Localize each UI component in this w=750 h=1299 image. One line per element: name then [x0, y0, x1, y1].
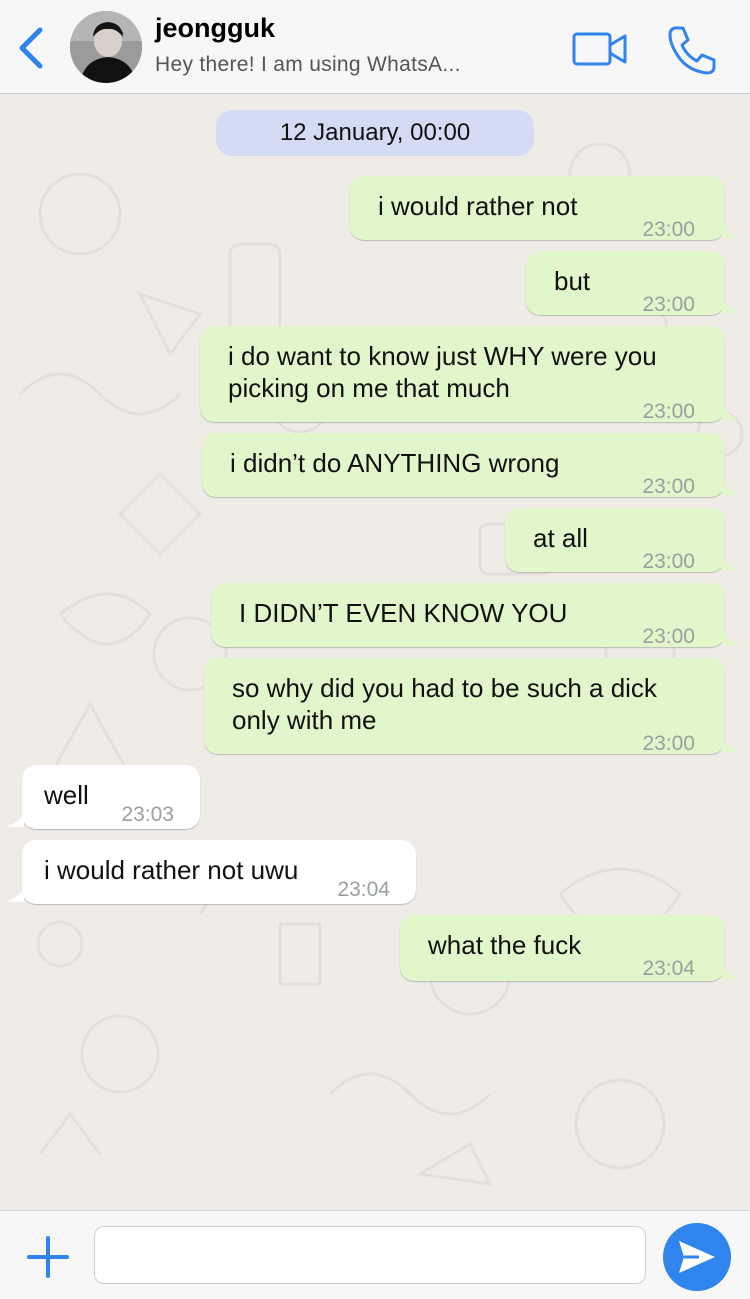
message-time: 23:00 — [642, 218, 695, 241]
message-time: 23:00 — [642, 625, 695, 648]
contact-status[interactable]: Hey there! I am using WhatsA... — [155, 53, 461, 77]
message-text: so why did you had to be such a dick — [232, 673, 657, 703]
attach-button[interactable] — [26, 1235, 70, 1279]
message-time: 23:03 — [121, 803, 174, 826]
bubble-tail — [722, 224, 740, 238]
bubble-tail — [722, 631, 740, 645]
message-text: what the fuck — [428, 930, 582, 960]
bubble-tail — [722, 738, 740, 752]
back-chevron-icon — [19, 27, 43, 69]
phone-call-icon — [668, 26, 716, 75]
bubble-tail — [722, 965, 740, 979]
bubble-tail — [722, 299, 740, 313]
message-text: I DIDN’T EVEN KNOW YOU — [239, 598, 568, 628]
incoming-message-bubble[interactable]: i would rather not uwu 23:04 — [22, 840, 416, 904]
message-time: 23:00 — [642, 732, 695, 755]
message-time: 23:04 — [642, 957, 695, 980]
message-text: picking on me that much — [228, 373, 510, 403]
chat-header: jeongguk Hey there! I am using WhatsA... — [0, 0, 750, 94]
bubble-tail — [6, 813, 24, 827]
chat-area[interactable]: 12 January, 00:00 i would rather not 23:… — [0, 94, 750, 1210]
message-text: at all — [533, 523, 588, 553]
outgoing-message-bubble[interactable]: i would rather not 23:00 — [350, 176, 725, 241]
date-chip: 12 January, 00:00 — [216, 110, 534, 156]
outgoing-message-bubble[interactable]: but 23:00 — [526, 251, 725, 316]
contact-name[interactable]: jeongguk — [155, 13, 275, 44]
bubble-tail — [722, 556, 740, 570]
phone-call-button[interactable] — [666, 24, 718, 76]
composer-bar — [0, 1210, 750, 1299]
video-call-button[interactable] — [572, 30, 628, 68]
message-time: 23:00 — [642, 475, 695, 498]
outgoing-message-bubble[interactable]: i didn’t do ANYTHING wrong 23:00 — [202, 433, 725, 498]
avatar[interactable] — [70, 11, 142, 83]
send-icon — [679, 1241, 715, 1273]
message-time: 23:04 — [337, 878, 390, 901]
outgoing-message-bubble[interactable]: so why did you had to be such a dick onl… — [204, 658, 725, 755]
incoming-message-bubble[interactable]: well 23:03 — [22, 765, 200, 829]
plus-icon — [27, 1236, 69, 1278]
message-text: i would rather not — [378, 191, 578, 221]
message-text: i didn’t do ANYTHING wrong — [230, 448, 560, 478]
message-text: but — [554, 266, 591, 296]
outgoing-message-bubble[interactable]: what the fuck 23:04 — [400, 915, 725, 981]
message-text: i would rather not uwu — [44, 855, 299, 885]
bubble-tail — [722, 406, 740, 420]
message-text: i do want to know just WHY were you — [228, 341, 657, 371]
outgoing-message-bubble[interactable]: I DIDN’T EVEN KNOW YOU 23:00 — [211, 583, 725, 648]
send-button[interactable] — [663, 1223, 731, 1291]
message-time: 23:00 — [642, 550, 695, 573]
outgoing-message-bubble[interactable]: i do want to know just WHY were you pick… — [200, 326, 725, 423]
message-text: only with me — [232, 705, 377, 735]
message-time: 23:00 — [642, 293, 695, 316]
outgoing-message-bubble[interactable]: at all 23:00 — [505, 508, 725, 573]
bubble-tail — [6, 888, 24, 902]
message-input[interactable] — [94, 1226, 646, 1284]
video-call-icon — [572, 32, 627, 66]
back-button[interactable] — [14, 26, 46, 70]
bubble-tail — [722, 481, 740, 495]
message-text: well — [44, 780, 89, 810]
message-time: 23:00 — [642, 400, 695, 423]
